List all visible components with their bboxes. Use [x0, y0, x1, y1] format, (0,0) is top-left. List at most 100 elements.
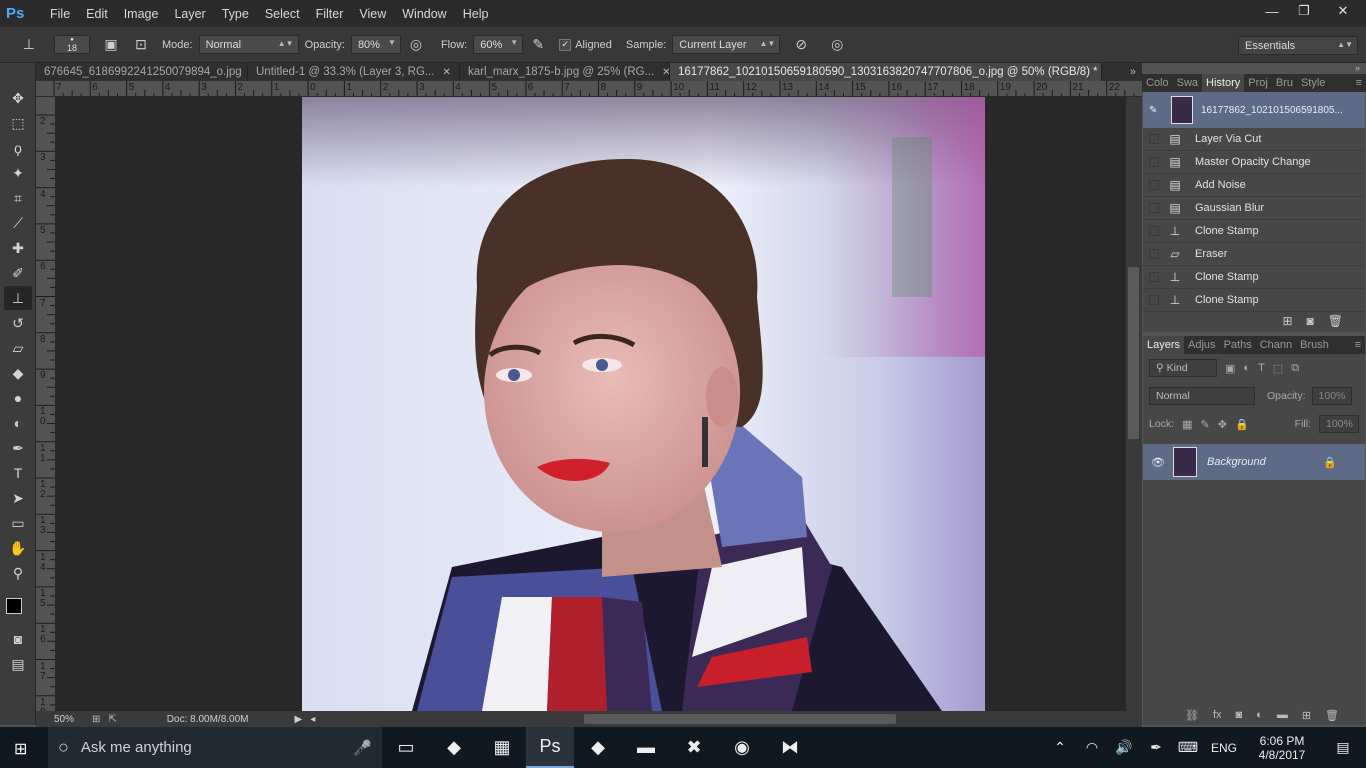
toggle-clone-source-icon[interactable]: ⊡	[130, 34, 152, 56]
menu-file[interactable]: File	[42, 7, 78, 21]
filter-type-icon[interactable]: T	[1258, 362, 1265, 374]
history-brush-source-icon[interactable]: ✎	[1149, 105, 1161, 116]
tab-brush[interactable]: Bru	[1272, 74, 1297, 92]
trash-icon[interactable]: 🗑	[1325, 709, 1339, 722]
history-checkbox[interactable]	[1149, 203, 1159, 213]
menu-type[interactable]: Type	[214, 7, 257, 21]
task-view-icon[interactable]: ▭	[382, 727, 430, 768]
chrome-icon[interactable]: ◉	[718, 727, 766, 768]
paint-bucket-tool-icon[interactable]: ◆	[4, 361, 32, 385]
hand-tool-icon[interactable]: ✋	[4, 536, 32, 560]
adjustment-layer-icon[interactable]: ◐	[1256, 709, 1263, 721]
tab-brush-presets[interactable]: Brush	[1296, 336, 1333, 354]
menu-layer[interactable]: Layer	[166, 7, 213, 21]
tabs-overflow-icon[interactable]: »	[1102, 63, 1142, 81]
history-step[interactable]: ▤ Layer Via Cut	[1143, 128, 1365, 151]
mode-select[interactable]: Normal ▲▼	[198, 35, 299, 54]
keyboard-icon[interactable]: ⌨	[1172, 727, 1204, 768]
wifi-icon[interactable]: ◠	[1076, 727, 1108, 768]
chevron-up-icon[interactable]: ⌃	[1044, 727, 1076, 768]
xampp-icon[interactable]: ✖	[670, 727, 718, 768]
tab-document-1[interactable]: 676645_6186992241250079894_o.jpg✕	[36, 63, 248, 81]
export-icon[interactable]: ⇱	[108, 714, 116, 725]
panel-menu-icon[interactable]: ≡	[1352, 74, 1366, 92]
marquee-tool-icon[interactable]: ⬚	[4, 111, 32, 135]
history-checkbox[interactable]	[1149, 226, 1159, 236]
cortana-search-box[interactable]: ○ Ask me anything 🎤	[48, 727, 382, 768]
file-explorer-icon[interactable]: ▬	[622, 727, 670, 768]
horizontal-scroll-thumb[interactable]	[584, 714, 896, 724]
type-tool-icon[interactable]: T	[4, 461, 32, 485]
close-icon[interactable]: ✕	[443, 67, 451, 78]
healing-brush-tool-icon[interactable]: ✚	[4, 236, 32, 260]
workspace-select[interactable]: Essentials ▲▼	[1238, 36, 1358, 55]
add-mask-icon[interactable]: ◙	[1236, 709, 1243, 721]
panel-collapse-icon[interactable]: »	[1142, 63, 1366, 74]
close-button[interactable]: ✕	[1320, 0, 1366, 22]
microphone-icon[interactable]: 🎤	[353, 739, 372, 757]
move-tool-icon[interactable]: ✥	[4, 86, 32, 110]
toolbar-grip[interactable]	[0, 63, 35, 85]
pressure-opacity-icon[interactable]: ◎	[405, 34, 427, 56]
filter-adjustment-icon[interactable]: ◐	[1243, 362, 1250, 374]
history-checkbox[interactable]	[1149, 295, 1159, 305]
brush-tool-icon[interactable]: ✐	[4, 261, 32, 285]
tab-document-active[interactable]: 16177862_1021015065918059​0_130316382074…	[670, 63, 1102, 81]
tab-document-3[interactable]: karl_marx_1875-b.jpg @ 25% (RG... ✕	[460, 63, 670, 81]
tab-document-2[interactable]: Untitled-1 @ 33.3% (Layer 3, RG... ✕	[248, 63, 460, 81]
fill-input[interactable]: 100%	[1319, 415, 1359, 433]
windows-start-icon[interactable]: ⊞	[14, 739, 27, 759]
menu-filter[interactable]: Filter	[308, 7, 352, 21]
blend-mode-select[interactable]: Normal	[1149, 387, 1255, 405]
tab-adjustments[interactable]: Adjus	[1184, 336, 1220, 354]
lock-image-icon[interactable]: ✎	[1201, 418, 1210, 431]
aligned-checkbox[interactable]: ✓	[559, 38, 572, 51]
panel-menu-icon[interactable]: ≡	[1351, 336, 1365, 354]
quick-mask-icon[interactable]: ◙	[4, 627, 32, 651]
history-checkbox[interactable]	[1149, 249, 1159, 259]
brush-size-picker[interactable]: ● 18	[54, 35, 90, 54]
history-step[interactable]: ▤ Master Opacity Change	[1143, 151, 1365, 174]
eraser-tool-icon[interactable]: ▱	[4, 336, 32, 360]
airbrush-icon[interactable]: ✎	[527, 34, 549, 56]
history-checkbox[interactable]	[1149, 134, 1159, 144]
lock-transparent-icon[interactable]: ▦	[1182, 418, 1192, 431]
menu-window[interactable]: Window	[394, 7, 454, 21]
history-checkbox[interactable]	[1149, 180, 1159, 190]
menu-select[interactable]: Select	[257, 7, 308, 21]
document-photo[interactable]	[302, 97, 985, 711]
camera-icon[interactable]: ◙	[1307, 314, 1314, 328]
history-step[interactable]: ⊥ Clone Stamp	[1143, 220, 1365, 243]
eyedropper-tool-icon[interactable]: ⟋	[4, 211, 32, 235]
toggle-brush-panel-icon[interactable]: ▣	[100, 34, 122, 56]
status-info-icon[interactable]: ⊞	[92, 714, 100, 725]
tab-paths[interactable]: Paths	[1220, 336, 1256, 354]
volume-icon[interactable]: 🔊	[1108, 727, 1140, 768]
screen-mode-icon[interactable]: ▤	[4, 652, 32, 676]
dodge-tool-icon[interactable]: ◐	[4, 411, 32, 435]
new-document-from-state-icon[interactable]: ⊞	[1282, 314, 1292, 328]
link-layers-icon[interactable]: ⛓	[1185, 709, 1199, 722]
calculator-icon[interactable]: ▦	[478, 727, 526, 768]
vertical-scroll-thumb[interactable]	[1128, 267, 1139, 439]
menu-view[interactable]: View	[351, 7, 394, 21]
history-snapshot[interactable]: ✎ 16177862_102101506591805...	[1143, 92, 1365, 128]
photoshop-taskbar-icon[interactable]: Ps	[526, 727, 574, 768]
minimize-button[interactable]: —	[1256, 0, 1288, 22]
notifications-icon[interactable]: ▤	[1320, 727, 1366, 768]
tab-history[interactable]: History	[1202, 74, 1245, 92]
webstorm-icon[interactable]: ◆	[574, 727, 622, 768]
close-icon[interactable]: ✕	[662, 67, 669, 78]
tab-properties[interactable]: Proj	[1244, 74, 1272, 92]
history-checkbox[interactable]	[1149, 157, 1159, 167]
tab-swatches[interactable]: Swa	[1173, 74, 1202, 92]
lock-all-icon[interactable]: 🔒	[1235, 418, 1249, 431]
clock[interactable]: 6:06 PM 4/8/2017	[1244, 734, 1320, 762]
folder-icon[interactable]: ▬	[1277, 709, 1288, 721]
crop-tool-icon[interactable]: ⌗	[4, 186, 32, 210]
pressure-size-icon[interactable]: ◎	[826, 34, 848, 56]
clone-stamp-tool-icon[interactable]: ⊥	[4, 286, 32, 310]
zoom-tool-icon[interactable]: ⚲	[4, 561, 32, 585]
new-layer-icon[interactable]: ⊞	[1302, 709, 1311, 722]
menu-help[interactable]: Help	[455, 7, 497, 21]
